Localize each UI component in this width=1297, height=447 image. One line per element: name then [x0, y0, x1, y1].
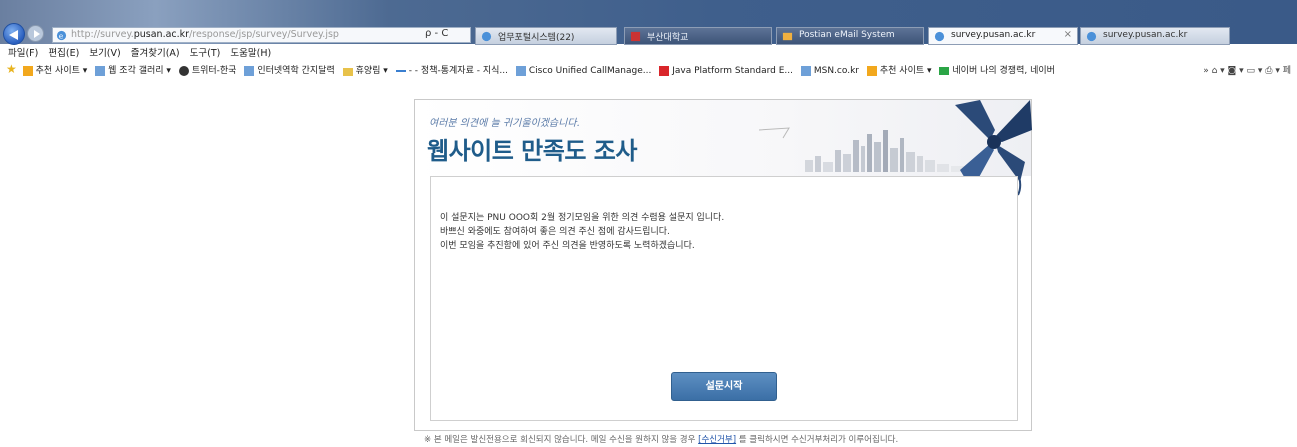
fav-item[interactable]: 휴양림 ▾: [342, 62, 388, 80]
fav-item[interactable]: - - 정책-통계자료 - 지식...: [395, 62, 508, 80]
menu-bar: 파일(F) 편집(E) 보기(V) 즐겨찾기(A) 도구(T) 도움말(H): [0, 45, 1297, 62]
fav-item[interactable]: Java Platform Standard E...: [659, 62, 793, 80]
start-survey-button[interactable]: 설문시작: [671, 372, 777, 401]
menu-help[interactable]: 도움말(H): [230, 45, 271, 62]
ie-page-icon: [244, 66, 255, 76]
tab-email[interactable]: Postian eMail System: [776, 27, 924, 45]
address-bar[interactable]: e http://survey.pusan.ac.kr/response/jsp…: [52, 27, 471, 43]
fav-item[interactable]: 네이버 나의 경쟁력, 네이버: [939, 62, 1055, 80]
unsubscribe-link[interactable]: [수신거부]: [698, 435, 736, 445]
fav-item[interactable]: MSN.co.kr: [800, 62, 859, 80]
java-icon: [659, 66, 670, 76]
survey-title: 웹사이트 만족도 조사: [427, 137, 637, 165]
back-icon[interactable]: [3, 23, 25, 45]
folder-icon: [342, 68, 353, 76]
intro-line: 이번 모임을 추진함에 있어 주신 의견을 반영하도록 노력하겠습니다.: [440, 241, 695, 251]
command-bar[interactable]: » ⌂ ▾ ◙ ▾ ▭ ▾ ⎙ ▾ 페: [1203, 62, 1291, 80]
address-host: pusan.ac.kr: [133, 29, 190, 40]
browser-toolbar: e http://survey.pusan.ac.kr/response/jsp…: [0, 0, 1297, 45]
footer-text: ※ 본 메일은 발신전용으로 회신되지 않습니다. 메일 수신을 원하지 않을 …: [424, 435, 699, 445]
ie-icon: [934, 31, 945, 42]
menu-edit[interactable]: 편집(E): [48, 45, 79, 62]
fav-item[interactable]: 추천 사이트 ▾: [22, 62, 87, 80]
fav-item[interactable]: 트위터-한국: [178, 62, 236, 80]
naver-icon: [939, 67, 950, 75]
survey-container: 여러분 의견에 늘 귀기울이겠습니다. 웹사이트 만족도 조사 이 설문지는 P…: [414, 99, 1032, 431]
ie-page-icon: [800, 66, 811, 76]
link-icon: [395, 70, 406, 72]
menu-favorites[interactable]: 즐겨찾기(A): [131, 45, 180, 62]
intro-line: 바쁘신 와중에도 참여하여 좋은 의견 주신 점에 감사드립니다.: [440, 227, 670, 237]
menu-view[interactable]: 보기(V): [89, 45, 120, 62]
fav-item[interactable]: Cisco Unified CallManage...: [515, 62, 651, 80]
bing-icon: [22, 66, 33, 76]
ie-page-icon: [515, 66, 526, 76]
footer-text: 를 클릭하시면 수신거부처리가 이루어집니다.: [736, 435, 899, 445]
bing-icon: [866, 66, 877, 76]
ie-icon: e: [56, 30, 67, 40]
tab-label: 업무포털시스템(22): [498, 33, 575, 43]
favorites-star-icon[interactable]: ★: [6, 62, 17, 76]
ie-icon: [481, 31, 492, 42]
survey-banner: 여러분 의견에 늘 귀기울이겠습니다. 웹사이트 만족도 조사: [415, 100, 1032, 196]
ie-page-icon: [95, 66, 106, 76]
tab-survey[interactable]: survey.pusan.ac.kr: [1080, 27, 1230, 45]
survey-tagline: 여러분 의견에 늘 귀기울이겠습니다.: [429, 118, 580, 129]
tab-label: survey.pusan.ac.kr: [951, 30, 1036, 40]
fav-item[interactable]: 웹 조각 갤러리 ▾: [95, 62, 171, 80]
address-tools[interactable]: ρ - C: [425, 28, 448, 39]
ie-icon: [1086, 31, 1097, 42]
forward-icon[interactable]: [27, 25, 44, 42]
tab-pnu[interactable]: 부산대학교: [624, 27, 772, 45]
address-prefix: http://survey.: [71, 29, 134, 40]
close-tab-icon[interactable]: ×: [1064, 29, 1072, 40]
menu-file[interactable]: 파일(F): [8, 45, 38, 62]
intro-line: 이 설문지는 PNU OOO회 2월 정기모임을 위한 의견 수렴용 설문지 입…: [440, 213, 725, 223]
pnu-logo-icon: [630, 31, 641, 42]
menu-tools[interactable]: 도구(T): [190, 45, 221, 62]
survey-content-box: 이 설문지는 PNU OOO회 2월 정기모임을 위한 의견 수렴용 설문지 입…: [430, 176, 1018, 421]
decor-line: [759, 127, 790, 139]
tab-label: 부산대학교: [647, 33, 689, 43]
favorites-bar: ★ 추천 사이트 ▾ 웹 조각 갤러리 ▾ 트위터-한국 인터넷역학 간지달력 …: [0, 62, 1297, 80]
footer-notice: ※ 본 메일은 발신전용으로 회신되지 않습니다. 메일 수신을 원하지 않을 …: [424, 433, 898, 445]
tab-label: Postian eMail System: [799, 30, 895, 40]
fav-item[interactable]: 인터넷역학 간지달력: [244, 62, 335, 80]
tab-portal[interactable]: 업무포털시스템(22): [475, 27, 617, 45]
twitter-icon: [178, 66, 189, 76]
fav-item[interactable]: 추천 사이트 ▾: [866, 62, 932, 80]
tab-survey-active[interactable]: survey.pusan.ac.kr ×: [928, 27, 1078, 45]
address-path: /response/jsp/survey/Survey.jsp: [189, 29, 339, 40]
mail-icon: [782, 32, 793, 41]
tab-label: survey.pusan.ac.kr: [1103, 30, 1188, 40]
svg-text:e: e: [59, 31, 64, 40]
